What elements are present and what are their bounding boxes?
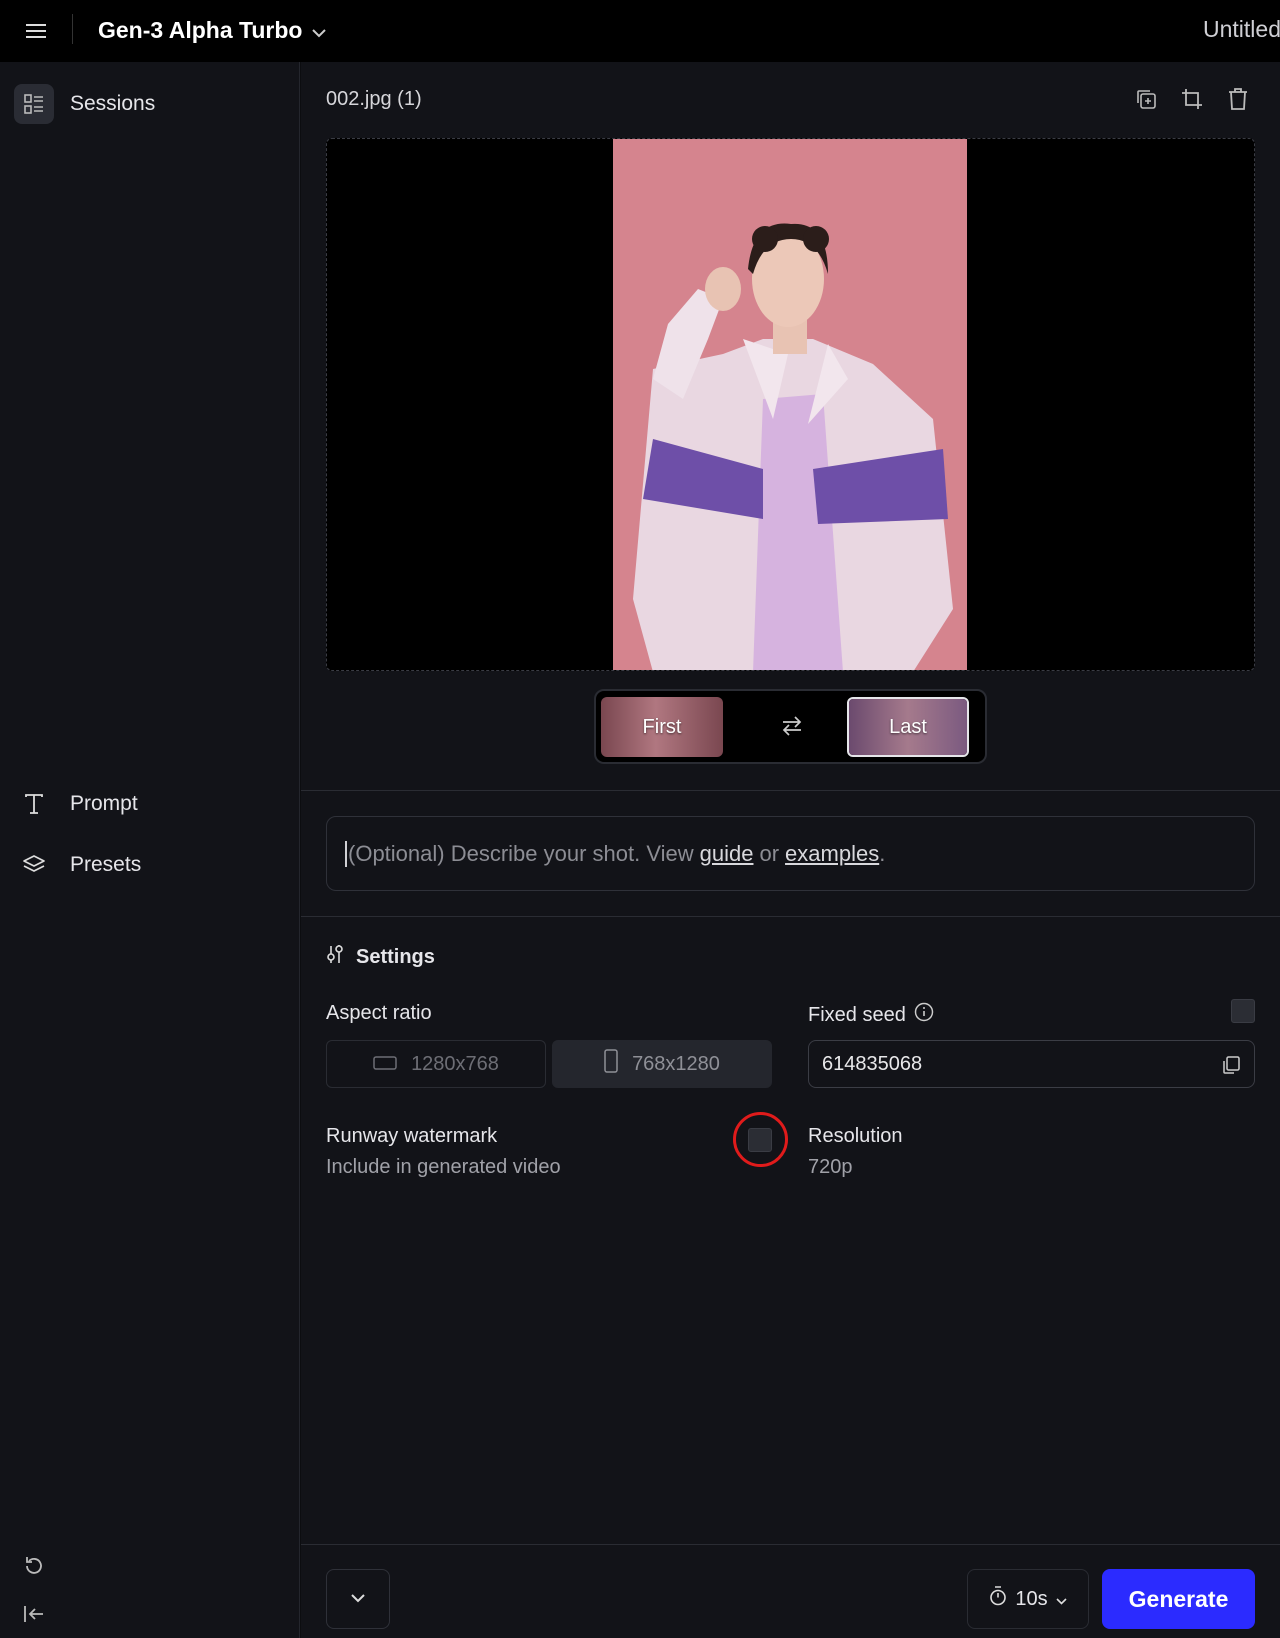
text-t-icon — [14, 784, 54, 824]
sidebar-item-prompt[interactable]: Prompt — [14, 782, 138, 826]
ratio-portrait-button[interactable]: 768x1280 — [552, 1040, 772, 1088]
duration-value: 10s — [1015, 1587, 1048, 1610]
first-frame-label: First — [642, 715, 682, 738]
last-frame-label: Last — [889, 715, 927, 738]
section-divider — [301, 916, 1280, 917]
chevron-down-icon — [312, 17, 327, 44]
settings-sliders-icon — [326, 944, 344, 970]
main-panel: 002.jpg (1) First Last (Optional) Descri… — [301, 62, 1280, 1638]
sidebar-item-label: Sessions — [70, 92, 156, 115]
trash-icon[interactable] — [1223, 84, 1253, 114]
duration-selector[interactable]: 10s — [967, 1569, 1089, 1629]
duplicate-icon[interactable] — [1131, 84, 1161, 114]
image-preview[interactable] — [326, 138, 1255, 671]
info-icon[interactable] — [914, 1002, 934, 1028]
undo-history-icon[interactable] — [20, 1552, 48, 1580]
model-selector[interactable]: Gen-3 Alpha Turbo — [98, 14, 327, 46]
hamburger-menu-icon[interactable] — [20, 16, 52, 46]
portrait-photo — [613, 139, 967, 670]
stopwatch-icon — [989, 1586, 1007, 1612]
ratio-landscape-button[interactable]: 1280x768 — [326, 1040, 546, 1088]
model-name: Gen-3 Alpha Turbo — [98, 16, 303, 43]
bottom-action-bar: 10s Generate — [301, 1544, 1280, 1638]
portrait-rect-icon — [604, 1049, 618, 1079]
watermark-sublabel: Include in generated video — [326, 1156, 561, 1178]
chevron-down-icon — [1056, 1588, 1067, 1611]
asset-file-name: 002.jpg (1) — [326, 88, 422, 110]
resolution-value: 720p — [808, 1156, 853, 1178]
aspect-ratio-label: Aspect ratio — [326, 1002, 432, 1024]
settings-title: Settings — [356, 945, 435, 968]
sessions-list-icon — [14, 84, 54, 124]
expand-options-button[interactable] — [326, 1569, 390, 1629]
prompt-or-text: or — [759, 840, 780, 866]
generate-button[interactable]: Generate — [1102, 1569, 1255, 1629]
examples-link[interactable]: examples — [785, 841, 879, 867]
top-bar: Gen-3 Alpha Turbo Untitled — [0, 0, 1280, 62]
seed-input[interactable]: 614835068 — [808, 1040, 1255, 1088]
highlight-ring — [733, 1112, 788, 1167]
swap-arrows-icon[interactable] — [777, 711, 807, 741]
section-divider — [301, 790, 1280, 791]
guide-link[interactable]: guide — [700, 841, 754, 867]
layers-icon — [14, 845, 54, 885]
seed-value: 614835068 — [822, 1052, 923, 1075]
fixed-seed-label: Fixed seed — [808, 1002, 934, 1028]
chevron-down-icon — [351, 1590, 365, 1608]
topbar-divider — [72, 14, 73, 44]
settings-header: Settings — [326, 944, 435, 970]
prompt-end-punct: . — [879, 840, 886, 866]
collapse-sidebar-icon[interactable] — [20, 1600, 48, 1628]
fixed-seed-checkbox[interactable] — [1231, 999, 1255, 1023]
landscape-rect-icon — [373, 1053, 397, 1076]
fixed-seed-text: Fixed seed — [808, 1003, 906, 1026]
resolution-label: Resolution — [808, 1125, 903, 1147]
ratio-option-label: 1280x768 — [411, 1052, 499, 1075]
sidebar-item-presets[interactable]: Presets — [14, 843, 141, 887]
prompt-placeholder: (Optional) Describe your shot. View — [348, 840, 694, 866]
ratio-option-label: 768x1280 — [632, 1052, 720, 1075]
copy-icon[interactable] — [1218, 1052, 1244, 1078]
keyframe-selector: First Last — [594, 689, 987, 764]
crop-icon[interactable] — [1177, 84, 1207, 114]
sidebar: Sessions Prompt Presets — [0, 62, 300, 1638]
sidebar-item-label: Presets — [70, 853, 142, 876]
watermark-label: Runway watermark — [326, 1125, 498, 1147]
text-caret — [345, 840, 347, 867]
first-frame-button[interactable]: First — [601, 697, 723, 757]
last-frame-button[interactable]: Last — [847, 697, 969, 757]
prompt-input[interactable]: (Optional) Describe your shot. View guid… — [326, 816, 1255, 891]
sidebar-item-sessions[interactable]: Sessions — [14, 82, 155, 126]
document-title[interactable]: Untitled — [1203, 16, 1280, 43]
sidebar-item-label: Prompt — [70, 792, 138, 815]
